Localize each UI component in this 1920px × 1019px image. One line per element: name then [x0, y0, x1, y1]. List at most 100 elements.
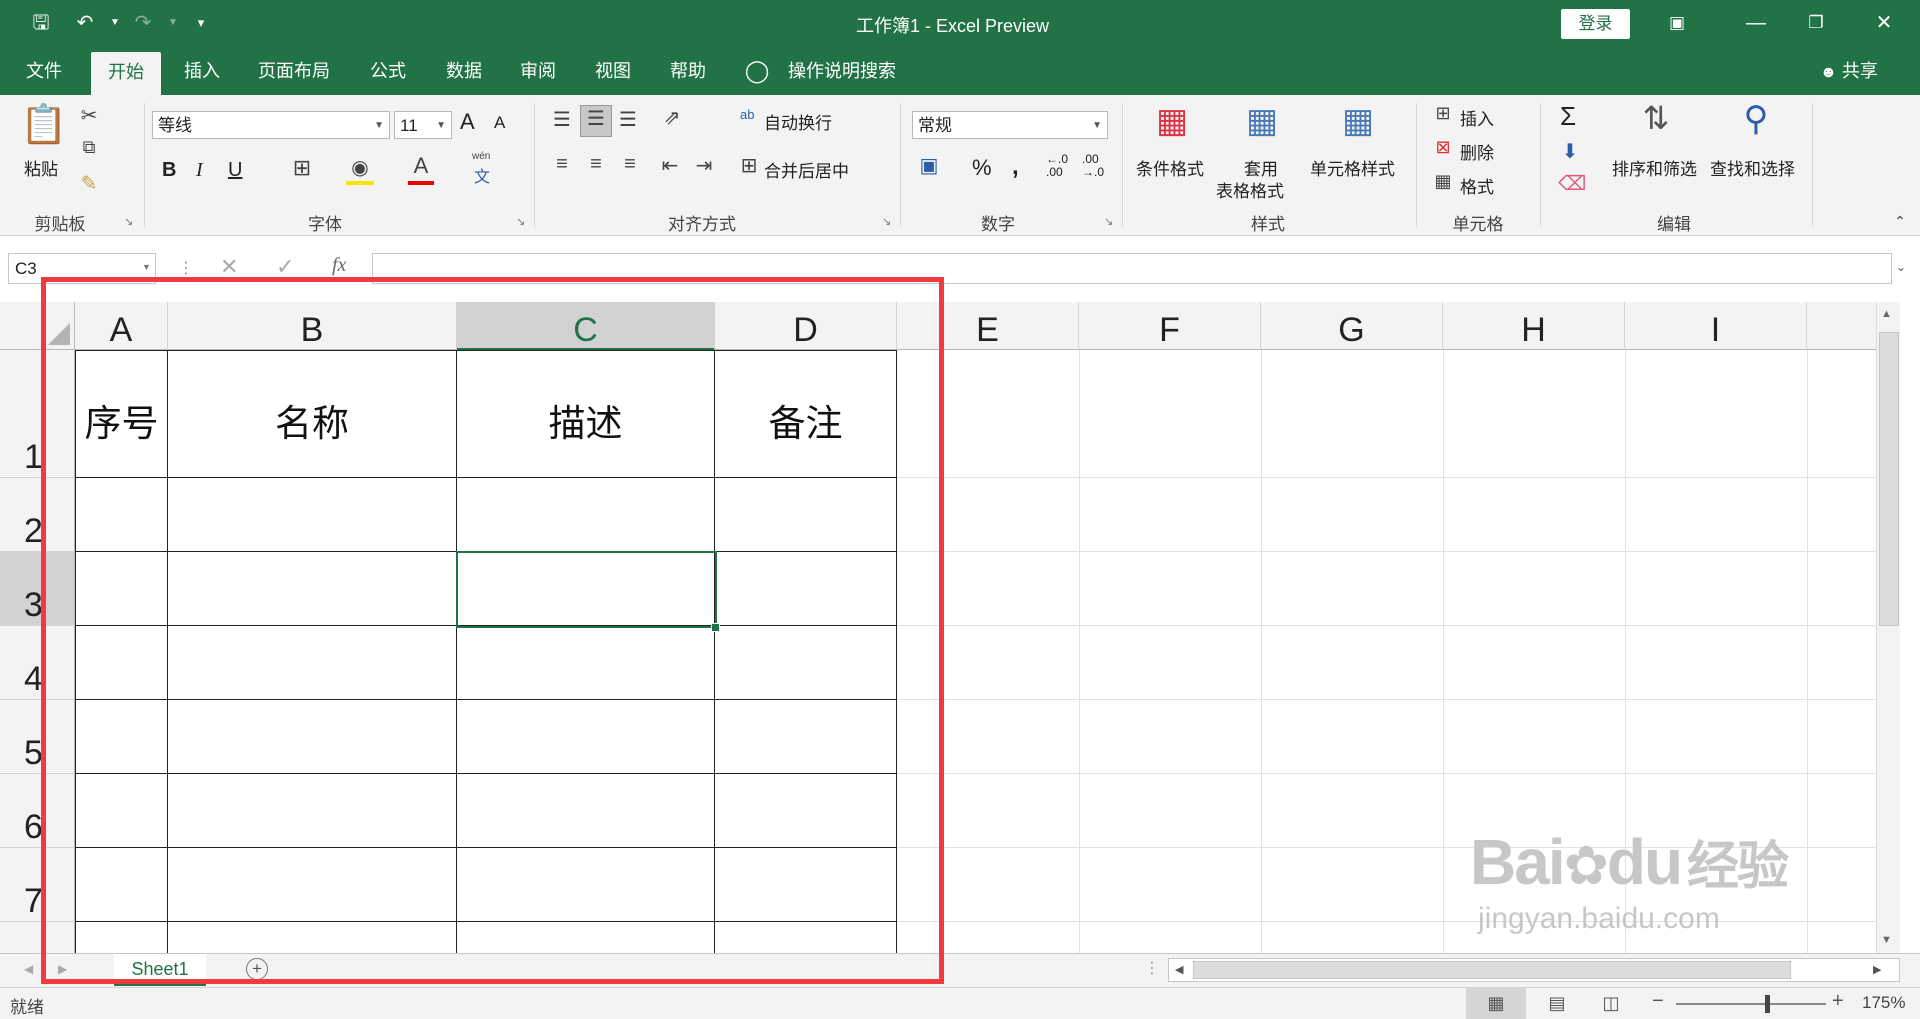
scroll-down-icon[interactable]: ▼	[1881, 934, 1892, 946]
redo-icon[interactable]: ↷	[126, 8, 160, 38]
normal-view-icon[interactable]: ▦	[1466, 988, 1526, 1019]
font-name-select[interactable]: 等线 ▼	[152, 111, 390, 139]
align-center-icon[interactable]: ≡	[582, 153, 610, 176]
decrease-indent-icon[interactable]: ⇤	[656, 153, 684, 178]
insert-cells-button[interactable]: 插入	[1460, 105, 1494, 130]
vertical-scrollbar[interactable]: ▲ ▼	[1876, 302, 1900, 953]
orientation-icon[interactable]: ⇗	[658, 105, 686, 130]
chevron-down-icon[interactable]: ▼	[142, 262, 151, 272]
autosum-button[interactable]: Σ	[1560, 101, 1576, 132]
fill-icon[interactable]: ⬇	[1558, 139, 1582, 164]
zoom-slider[interactable]	[1676, 995, 1826, 1013]
conditional-formatting-button[interactable]: 条件格式	[1136, 155, 1204, 180]
prev-sheet-icon[interactable]: ◀	[24, 962, 33, 976]
share-button[interactable]: ☻ 共享	[1820, 46, 1878, 95]
format-as-table-button[interactable]: 表格格式	[1216, 177, 1284, 202]
page-layout-view-icon[interactable]: ▤	[1540, 988, 1574, 1019]
ribbon-display-options-icon[interactable]: ▣	[1653, 7, 1701, 39]
customize-qat-icon[interactable]: ▾	[184, 8, 218, 38]
format-cells-icon[interactable]: ▦	[1432, 171, 1454, 192]
horizontal-scrollbar[interactable]: ◀ ▶	[1168, 958, 1900, 982]
close-icon[interactable]: ✕	[1860, 7, 1908, 39]
number-launcher-icon[interactable]: ↘	[1104, 215, 1113, 228]
insert-cells-icon[interactable]: ⊞	[1432, 103, 1454, 124]
column-header[interactable]: I	[1625, 302, 1807, 350]
column-header[interactable]: G	[1261, 302, 1443, 350]
paste-button[interactable]: 粘贴	[24, 155, 58, 180]
align-bottom-icon[interactable]: ☰	[614, 107, 642, 132]
delete-cells-button[interactable]: 删除	[1460, 139, 1494, 164]
align-right-icon[interactable]: ≡	[616, 153, 644, 176]
comma-style-button[interactable]: ,	[1012, 153, 1019, 181]
scroll-right-icon[interactable]: ▶	[1873, 963, 1881, 976]
font-launcher-icon[interactable]: ↘	[516, 215, 525, 228]
collapse-ribbon-icon[interactable]: ⌃	[1890, 213, 1910, 230]
decrease-decimal-button[interactable]: .00 →.0	[1082, 153, 1104, 179]
insert-function-icon[interactable]: fx	[332, 254, 346, 277]
italic-button[interactable]: I	[196, 159, 203, 182]
phonetic-guide-button[interactable]: 文	[474, 163, 490, 187]
tab-file[interactable]: 文件	[18, 46, 70, 95]
tab-formulas[interactable]: 公式	[360, 46, 416, 95]
wrap-text-button[interactable]: 自动换行	[764, 109, 832, 134]
clipboard-launcher-icon[interactable]: ↘	[124, 215, 133, 228]
cut-icon[interactable]: ✂	[76, 103, 102, 128]
increase-decimal-button[interactable]: ←.0 .00	[1046, 153, 1068, 179]
tab-review[interactable]: 审阅	[510, 46, 566, 95]
save-icon[interactable]: 🖫	[24, 8, 58, 38]
scroll-left-icon[interactable]: ◀	[1175, 963, 1183, 976]
tab-view[interactable]: 视图	[585, 46, 641, 95]
cell-styles-button[interactable]: 单元格样式	[1310, 155, 1395, 180]
cell-styles-icon[interactable]: ▦	[1336, 101, 1380, 145]
minimize-icon[interactable]: —	[1732, 7, 1780, 39]
align-top-icon[interactable]: ☰	[548, 107, 576, 132]
tab-help[interactable]: 帮助	[660, 46, 716, 95]
delete-cells-icon[interactable]: ⊠	[1432, 137, 1454, 158]
number-format-select[interactable]: 常规 ▼	[912, 111, 1108, 139]
percent-style-button[interactable]: %	[972, 155, 992, 181]
tab-page-layout[interactable]: 页面布局	[252, 46, 336, 95]
clear-icon[interactable]: ⌫	[1558, 171, 1586, 196]
accounting-format-icon[interactable]: ▣	[914, 153, 944, 178]
fill-color-icon[interactable]: ◉	[346, 155, 374, 185]
scroll-up-icon[interactable]: ▲	[1881, 308, 1892, 320]
sort-filter-button[interactable]: 排序和筛选	[1612, 155, 1697, 180]
expand-formula-bar-icon[interactable]: ⌄	[1896, 260, 1906, 274]
align-left-icon[interactable]: ≡	[548, 153, 576, 176]
login-button[interactable]: 登录	[1561, 9, 1630, 39]
tab-home[interactable]: 开始	[91, 52, 161, 95]
page-break-view-icon[interactable]: ◫	[1594, 988, 1628, 1019]
alignment-launcher-icon[interactable]: ↘	[882, 215, 891, 228]
sort-filter-icon[interactable]: ⇅	[1634, 99, 1678, 143]
borders-icon[interactable]: ⊞	[288, 155, 316, 181]
align-middle-icon[interactable]: ☰	[580, 105, 612, 137]
restore-icon[interactable]: ❐	[1792, 7, 1840, 39]
format-cells-button[interactable]: 格式	[1460, 173, 1494, 198]
tell-me-search[interactable]: 操作说明搜索	[786, 46, 898, 95]
increase-indent-icon[interactable]: ⇥	[690, 153, 718, 178]
undo-icon[interactable]: ↶	[68, 8, 102, 38]
font-color-icon[interactable]: A	[408, 153, 434, 185]
paste-icon[interactable]: 📋	[20, 103, 67, 151]
underline-button[interactable]: U	[228, 159, 242, 182]
find-select-button[interactable]: 查找和选择	[1710, 155, 1795, 180]
grow-font-button[interactable]: A	[460, 109, 475, 135]
zoom-in-icon[interactable]: +	[1832, 990, 1844, 1013]
font-size-select[interactable]: 11 ▼	[394, 111, 452, 139]
zoom-level[interactable]: 175%	[1862, 993, 1905, 1013]
tab-split-handle[interactable]: ⋮	[1144, 958, 1160, 978]
find-select-icon[interactable]: ⚲	[1734, 99, 1778, 143]
format-as-table-icon[interactable]: ▦	[1240, 101, 1284, 145]
column-header[interactable]: F	[1079, 302, 1261, 350]
column-header[interactable]: H	[1443, 302, 1625, 350]
vertical-scroll-thumb[interactable]	[1879, 332, 1899, 626]
zoom-slider-thumb[interactable]	[1765, 995, 1770, 1013]
format-painter-icon[interactable]: ✎	[76, 171, 102, 196]
tab-data[interactable]: 数据	[436, 46, 492, 95]
shrink-font-button[interactable]: A	[494, 113, 505, 133]
tab-insert[interactable]: 插入	[174, 46, 230, 95]
merge-center-icon[interactable]: ⊞	[736, 153, 762, 178]
horizontal-scroll-thumb[interactable]	[1193, 961, 1791, 979]
bold-button[interactable]: B	[162, 159, 176, 182]
zoom-out-icon[interactable]: −	[1652, 990, 1664, 1013]
